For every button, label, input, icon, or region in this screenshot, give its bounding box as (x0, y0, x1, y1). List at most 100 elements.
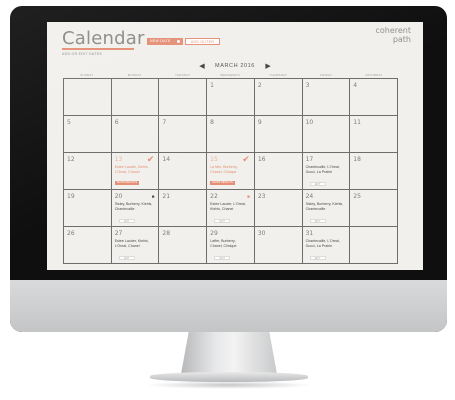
weekday-header: SUNDAY MONDAY TUESDAY WEDNESDAY THURSDAY FRID… (63, 73, 398, 77)
day-cell[interactable]: 26 (64, 227, 112, 264)
brand-line-1: coherent (375, 26, 411, 35)
check-icon: ✔ (242, 154, 250, 164)
edit-button[interactable]: EDIT (309, 256, 326, 260)
day-cell[interactable]: 20 ■ Sisley, Burberry, Kiehls, Chantecaill… (111, 190, 160, 227)
day-number: 16 (257, 156, 266, 163)
dot-icon (177, 40, 180, 43)
month-navigation: ◀ MARCH 2016 ▶ (47, 57, 423, 70)
day-number: 22 (210, 193, 218, 200)
month-label: MARCH 2016 (215, 62, 255, 69)
empty-day-cell (350, 227, 398, 264)
show-results-button[interactable]: SHOW RESULTS (210, 181, 235, 185)
day-cell[interactable]: 1 (207, 79, 255, 116)
brand-list: Estee Lauder, Kiehls, L'Oreal, Chanel (114, 165, 149, 174)
weekday-label: FRIDAY (320, 73, 333, 77)
day-cell[interactable]: 2 (254, 79, 303, 116)
day-cell[interactable]: 5 (64, 116, 112, 153)
day-cell[interactable]: 4 (350, 79, 398, 116)
weekday-label: MONDAY (127, 73, 142, 77)
brand-list: Chantecaille, L'Oreal, Gucci, La Prairie (305, 239, 340, 248)
new-date-button[interactable]: NEW DATE (147, 38, 183, 45)
day-number: 20 (114, 193, 123, 200)
day-number: 25 (353, 193, 361, 200)
brand-list: Laffer, Burberry, Chanel, Clinique (210, 239, 237, 248)
empty-day-cell (64, 79, 112, 116)
brand-logo[interactable]: coherent path (375, 26, 411, 44)
day-cell[interactable]: 10 (302, 116, 351, 153)
day-number: 12 (67, 156, 75, 163)
day-cell[interactable]: 23 (254, 190, 303, 227)
title-underline (62, 48, 134, 50)
day-number: 10 (305, 119, 314, 126)
day-number: 7 (162, 119, 167, 126)
day-cell[interactable]: 14 (159, 153, 208, 190)
chevron-left-icon[interactable]: ◀ (199, 62, 204, 70)
day-cell[interactable]: 22 ■ Estee Lauder, L'Oreal, Kiehls, Chanel… (207, 190, 255, 227)
day-cell[interactable]: 12 (64, 153, 112, 190)
edit-button[interactable]: EDIT (118, 256, 135, 260)
day-number: 21 (162, 193, 171, 200)
day-number: 31 (305, 230, 314, 237)
show-results-button[interactable]: SHOW RESULTS (114, 181, 140, 185)
chevron-right-icon[interactable]: ▶ (265, 62, 270, 70)
day-cell[interactable]: 9 (254, 116, 303, 153)
brand-line-2: path (392, 35, 411, 44)
edit-button[interactable]: EDIT (118, 219, 135, 223)
day-cell[interactable]: 18 (350, 153, 398, 190)
day-cell[interactable]: 3 (302, 79, 351, 116)
day-number: 30 (257, 230, 266, 237)
day-number: 14 (162, 156, 171, 163)
day-number: 8 (210, 119, 214, 126)
day-number: 18 (353, 156, 361, 163)
day-number: 26 (67, 230, 75, 237)
stand-shadow (145, 381, 313, 389)
brand-list: Sisley, Burberry, Kiehls, Chantecaille (114, 202, 153, 211)
day-cell[interactable]: 29 Laffer, Burberry, Chanel, Clinique EDIT (207, 227, 255, 264)
edit-button[interactable]: EDIT (214, 256, 231, 260)
add-outer-button[interactable]: ADD OUTER (185, 38, 220, 45)
day-cell[interactable]: 31 Chantecaille, L'Oreal, Gucci, La Prair… (302, 227, 351, 264)
brand-list: La Mer, Burberry, Chanel, Clinique (210, 165, 238, 174)
empty-day-cell (111, 79, 160, 116)
calendar-grid: 1 2 3 4 5 6 7 8 9 10 11 12 13 ✔ Estee Lauder, Kiehls, … (63, 78, 398, 264)
day-cell[interactable]: 15 ✔ La Mer, Burberry, Chanel, Clinique SHO… (207, 153, 255, 190)
day-cell[interactable]: 30 (254, 227, 303, 264)
day-cell[interactable]: 11 (350, 116, 398, 153)
weekday-label: WEDNESDAY (220, 73, 241, 77)
brand-list: Chantecaille, L'Oreal, Gucci, La Prairie (305, 165, 340, 174)
day-number: 23 (257, 193, 266, 200)
day-number: 11 (353, 119, 361, 126)
weekday-label: TUESDAY (175, 73, 191, 77)
day-cell[interactable]: 7 (159, 116, 208, 153)
day-cell[interactable]: 16 (254, 153, 303, 190)
day-cell[interactable]: 8 (207, 116, 255, 153)
day-number: 5 (67, 119, 71, 126)
day-cell[interactable]: 28 (159, 227, 208, 264)
edit-button[interactable]: EDIT (309, 182, 326, 186)
day-cell[interactable]: 19 (64, 190, 112, 227)
day-cell[interactable]: 21 (159, 190, 208, 227)
day-number: 27 (114, 230, 123, 237)
empty-day-cell (159, 79, 208, 116)
day-number: 6 (114, 119, 119, 126)
day-number: 19 (67, 193, 75, 200)
monitor-chin (10, 280, 447, 332)
day-cell[interactable]: 13 ✔ Estee Lauder, Kiehls, L'Oreal, Chanel… (111, 153, 160, 190)
brand-list: Estee Lauder, L'Oreal, Kiehls, Chanel (210, 202, 246, 211)
weekday-label: THURSDAY (269, 73, 288, 77)
monitor-stand-neck (181, 332, 277, 374)
day-cell[interactable]: 24 Sisley, Burberry, Kiehls, Chantecaille… (302, 190, 351, 227)
day-cell[interactable]: 27 Estee Lauder, Kiehls, L'Oreal, Chanel E… (111, 227, 160, 264)
day-number: 4 (353, 82, 358, 89)
lock-icon[interactable]: ■ (152, 194, 155, 199)
sub-nav[interactable]: ADD OR EDIT DATES (62, 52, 102, 56)
day-number: 9 (257, 119, 262, 126)
day-cell[interactable]: 25 (350, 190, 398, 227)
lock-icon[interactable]: ■ (247, 194, 250, 199)
edit-button[interactable]: EDIT (214, 219, 231, 223)
edit-button[interactable]: EDIT (309, 219, 326, 223)
day-cell[interactable]: 17 Chantecaille, L'Oreal, Gucci, La Prair… (302, 153, 351, 190)
day-number: 17 (305, 156, 314, 163)
day-cell[interactable]: 6 (111, 116, 160, 153)
day-number: 24 (305, 193, 314, 200)
